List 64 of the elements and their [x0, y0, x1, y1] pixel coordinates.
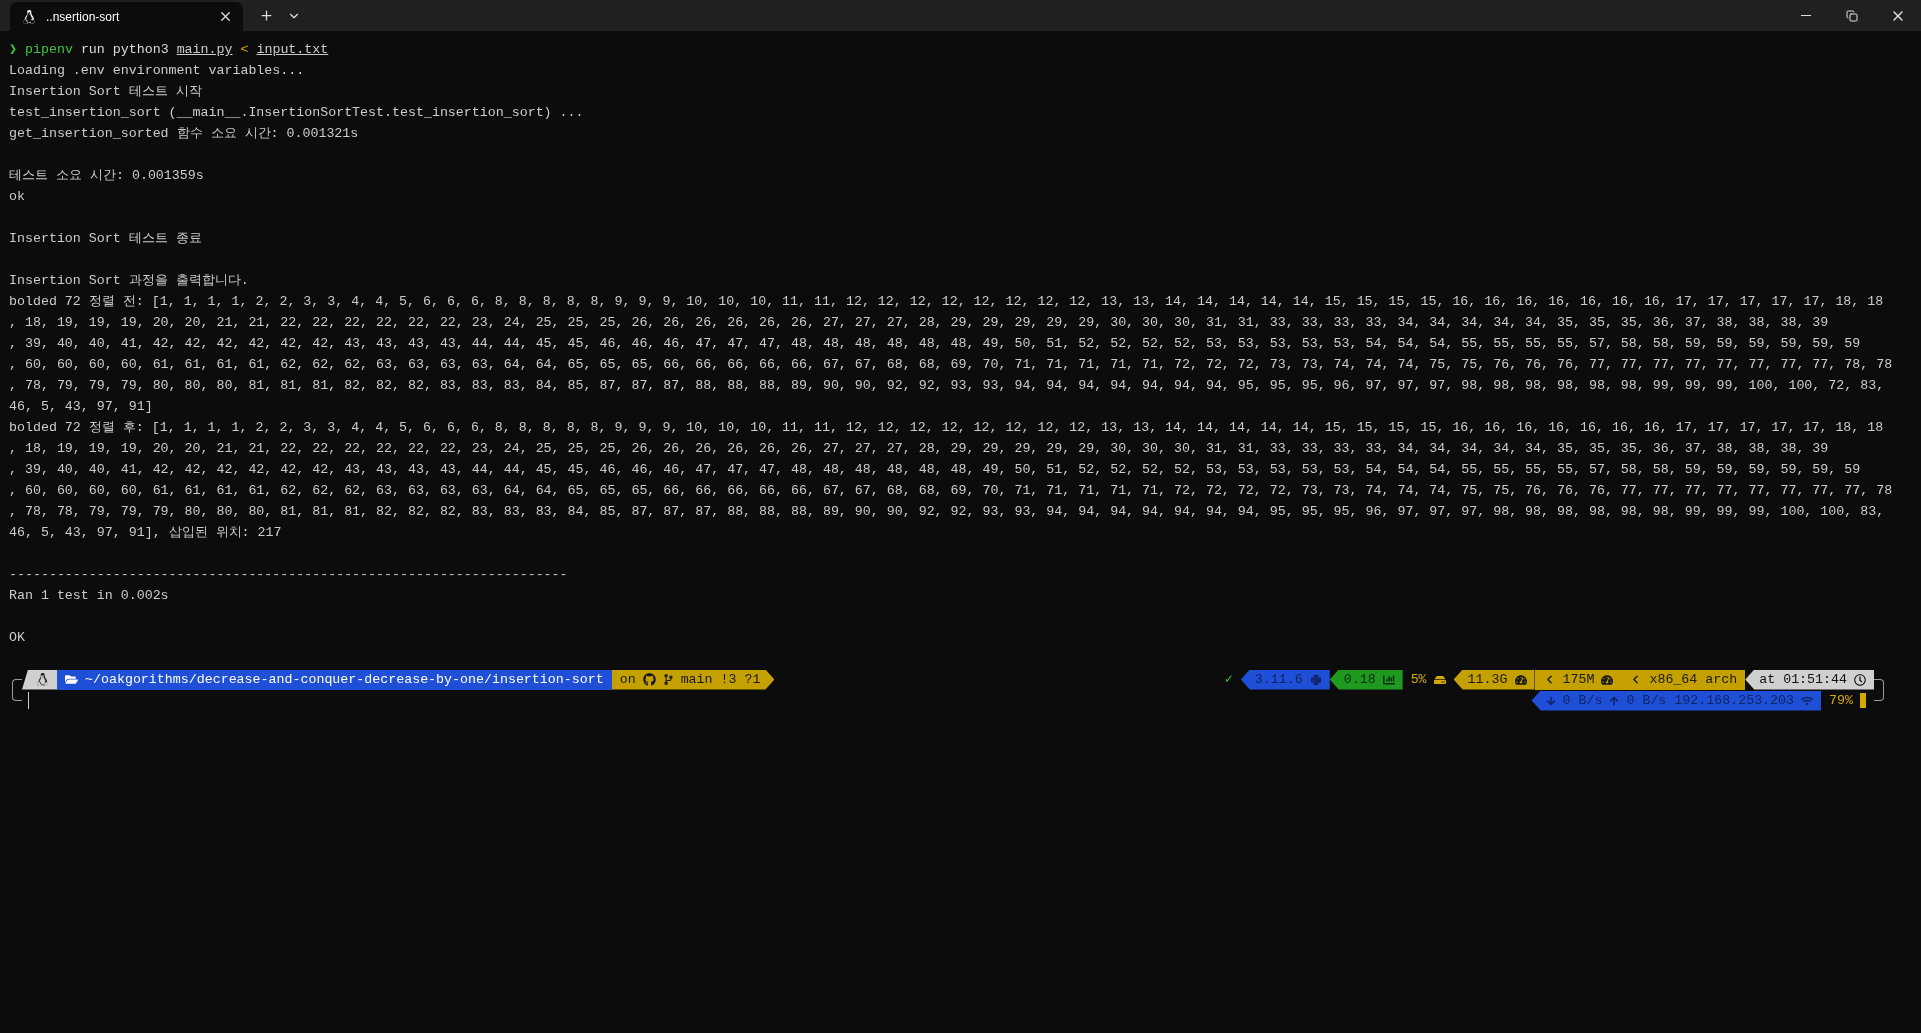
- down-arrow-icon: [1545, 695, 1556, 706]
- restore-icon: [1846, 9, 1858, 22]
- git-segment: on main !3 ?1: [611, 669, 775, 690]
- minimize-icon: [1801, 15, 1811, 16]
- branch-icon: [662, 674, 674, 685]
- output-line: , 60, 60, 60, 60, 61, 61, 61, 61, 62, 62, 62, 63, 63, 63, 63, 64, 64, 65, 65, 65, 66, 66, 66, 66, 66, 67, 67, 68, 68, 69, 70, 71, 71, 71, 71, 71, 72, 72, 72, 73, 73, 74, 74, 74, 75, 75, 76, 76, 76, 77, 77, 77, 77, 77, 77, 77, 77, 78, 78: [9, 356, 1894, 374]
- penguin-icon: [36, 673, 49, 686]
- input-path: input.txt: [256, 42, 329, 57]
- prompt-frame-line: [1874, 679, 1884, 701]
- wifi-icon: [1801, 694, 1814, 707]
- output-line: bolded 72 정렬 후: [1, 1, 1, 1, 2, 2, 3, 3, 4, 4, 5, 6, 6, 6, 8, 8, 8, 8, 8, 9, 9, 9, 10, 10, 10, 11, 11, 12, 12, 12, 12, 12, 12, 12, 12, 13, 13, 14, 14, 14, 14, 14, 15, 15, 15, 15, 16, 16, 16, 16, 16, 16, 16, 17, 17, 17, 17, 17, 18, 18: [9, 419, 1885, 437]
- penguin-icon: [22, 9, 36, 24]
- disk-label: 5%: [1402, 669, 1454, 690]
- output-line: Insertion Sort 과정을 출력합니다.: [9, 272, 250, 290]
- prompt-frame-line: [12, 679, 22, 701]
- output-line: Loading .env environment variables...: [9, 62, 306, 80]
- memory-segment: 11.3G: [1453, 669, 1535, 690]
- terminal-tab[interactable]: ..nsertion-sort: [10, 2, 243, 31]
- output-line: Ran 1 test in 0.002s: [9, 587, 170, 605]
- output-line: , 18, 19, 19, 19, 20, 20, 21, 21, 22, 22, 22, 22, 22, 22, 23, 24, 25, 25, 25, 26, 26, 26, 26, 26, 26, 27, 27, 27, 28, 29, 29, 29, 29, 29, 30, 30, 30, 31, 31, 33, 33, 33, 33, 34, 34, 34, 34, 34, 35, 35, 35, 36, 37, 38, 38, 38, 39: [9, 440, 1830, 458]
- output-line: OK: [9, 629, 26, 647]
- output-line: ok: [9, 188, 26, 206]
- output-line: , 39, 40, 40, 41, 42, 42, 42, 42, 42, 42, 43, 43, 43, 43, 44, 44, 45, 45, 46, 46, 46, 47, 47, 47, 48, 48, 48, 48, 48, 48, 49, 50, 51, 52, 52, 52, 52, 53, 53, 53, 53, 53, 54, 54, 54, 55, 55, 55, 55, 57, 58, 58, 59, 59, 59, 59, 59, 59: [9, 461, 1862, 479]
- redirect-symbol: <: [240, 42, 249, 57]
- output-line: Insertion Sort 테스트 시작: [9, 83, 203, 101]
- github-icon: [642, 673, 656, 686]
- text-cursor: [28, 692, 29, 709]
- battery-icon: [1860, 693, 1866, 708]
- output-line: Insertion Sort 테스트 종료: [9, 230, 203, 248]
- time-segment: at 01:51:44: [1745, 669, 1874, 690]
- output-line: get_insertion_sorted 함수 소요 시간: 0.001321s: [9, 125, 360, 143]
- tab-title: ..nsertion-sort: [46, 9, 121, 24]
- path-segment: ~/oakgorithms/decrease-and-conquer-decrease-by-one/insertion-sort: [57, 669, 612, 690]
- folder-icon: [65, 673, 78, 686]
- python-segment: 3.11.6: [1240, 669, 1330, 690]
- drive-icon: [1433, 673, 1446, 686]
- command-name: pipenv: [25, 42, 73, 57]
- output-line: ----------------------------------------------------------------------: [9, 566, 569, 584]
- output-line: bolded 72 정렬 전: [1, 1, 1, 1, 2, 2, 3, 3, 4, 4, 5, 6, 6, 6, 8, 8, 8, 8, 8, 9, 9, 9, 10, 10, 10, 11, 11, 12, 12, 12, 12, 12, 12, 12, 12, 13, 13, 14, 14, 14, 14, 14, 15, 15, 15, 15, 16, 16, 16, 16, 16, 16, 16, 17, 17, 17, 17, 17, 18, 18: [9, 293, 1885, 311]
- output-line: , 60, 60, 60, 60, 61, 61, 61, 61, 62, 62, 62, 63, 63, 63, 63, 64, 64, 65, 65, 65, 66, 66, 66, 66, 66, 67, 67, 68, 68, 69, 70, 71, 71, 71, 71, 71, 72, 72, 72, 72, 73, 73, 74, 74, 74, 75, 75, 76, 76, 76, 77, 77, 77, 77, 77, 77, 77, 77, 78: [9, 482, 1894, 500]
- load-segment: 0.18: [1329, 669, 1403, 690]
- plus-icon: [258, 8, 274, 23]
- output-line: , 78, 78, 79, 79, 79, 80, 80, 80, 81, 81, 81, 82, 82, 82, 83, 83, 83, 84, 85, 87, 87, 87, 88, 88, 88, 89, 90, 90, 92, 92, 93, 93, 94, 94, 94, 94, 94, 94, 94, 95, 95, 95, 96, 97, 97, 97, 98, 98, 98, 98, 98, 98, 99, 99, 99, 100, 100, 83,: [9, 503, 1886, 521]
- output-line: 테스트 소요 시간: 0.001359s: [9, 167, 205, 185]
- up-arrow-icon: [1609, 695, 1620, 706]
- swap-segment: 175M: [1534, 669, 1622, 690]
- arch-segment: x86_64 arch: [1621, 669, 1746, 690]
- python-icon: [1309, 673, 1322, 686]
- status-check: ✓: [1224, 671, 1233, 689]
- output-line: , 18, 19, 19, 19, 20, 20, 21, 21, 22, 22, 22, 22, 22, 22, 23, 24, 25, 25, 25, 26, 26, 26, 26, 26, 26, 27, 27, 27, 28, 29, 29, 29, 29, 29, 30, 30, 30, 31, 31, 33, 33, 33, 33, 34, 34, 34, 34, 34, 35, 35, 35, 36, 37, 38, 38, 38, 39: [9, 314, 1830, 332]
- gauge-icon: [1601, 673, 1614, 686]
- command-args: run python3: [80, 42, 169, 57]
- network-segment: 0 B/s 0 B/s 192.168.253.203: [1531, 690, 1822, 711]
- output-line: 46, 5, 43, 97, 91]: [9, 398, 154, 416]
- output-line: , 78, 79, 79, 79, 80, 80, 80, 81, 81, 81, 82, 82, 82, 83, 83, 83, 84, 85, 87, 87, 87, 88, 88, 88, 89, 90, 90, 92, 92, 93, 93, 94, 94, 94, 94, 94, 94, 94, 95, 95, 95, 96, 97, 97, 97, 98, 98, 98, 98, 98, 98, 99, 99, 99, 100, 100, 72, 83,: [9, 377, 1886, 395]
- battery-label: 79%: [1821, 690, 1874, 711]
- prompt-symbol: ❯: [9, 42, 17, 57]
- output-line: , 39, 40, 40, 41, 42, 42, 42, 42, 42, 42, 43, 43, 43, 43, 44, 44, 45, 45, 46, 46, 46, 47, 47, 47, 48, 48, 48, 48, 48, 48, 49, 50, 51, 52, 52, 52, 52, 53, 53, 53, 53, 53, 54, 54, 54, 55, 55, 55, 55, 57, 58, 58, 59, 59, 59, 59, 59, 59: [9, 335, 1862, 353]
- gauge-icon: [1514, 673, 1527, 686]
- output-line: 46, 5, 43, 97, 91], 삽입된 위치: 217: [9, 524, 283, 542]
- script-path: main.py: [176, 42, 233, 57]
- output-line: test_insertion_sort (__main__.InsertionSortTest.test_insertion_sort) ...: [9, 104, 585, 122]
- clock-icon: [1854, 673, 1866, 686]
- bar-chart-icon: [1382, 673, 1395, 686]
